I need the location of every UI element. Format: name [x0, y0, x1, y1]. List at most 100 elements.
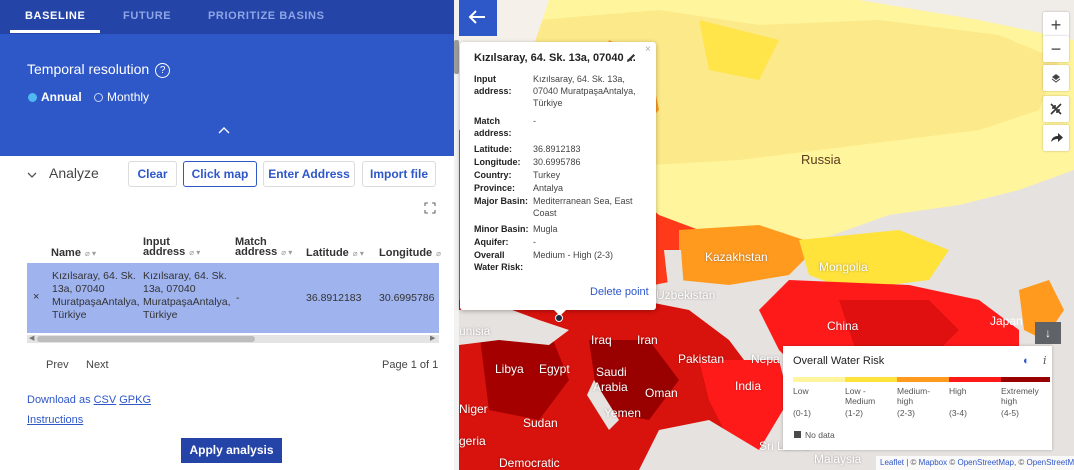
- table-horizontal-scrollbar[interactable]: ◀ ▶: [27, 335, 439, 343]
- sort-icon[interactable]: ⌀: [436, 249, 441, 258]
- active-tab-indicator: [10, 30, 100, 33]
- download-gpkg-link[interactable]: GPKG: [119, 394, 151, 406]
- popup-label-latitude: Latitude:: [474, 144, 512, 154]
- cell-input-line: 13a, 07040: [143, 283, 196, 295]
- radio-monthly-label[interactable]: Monthly: [107, 90, 149, 104]
- popup-value-country: Turkey: [533, 170, 561, 180]
- map-label-nepal: Nepa: [751, 352, 780, 366]
- cell-name-line: MuratpaşaAntalya,: [52, 296, 140, 308]
- enter-address-button[interactable]: Enter Address: [263, 161, 355, 187]
- cell-input-line: MuratpaşaAntalya,: [143, 296, 231, 308]
- map-label-libya: Libya: [495, 362, 524, 376]
- sort-icon[interactable]: ⌀ ▾: [189, 248, 200, 257]
- popup-title: Kızılsaray, 64. Sk. 13a, 07040 ...: [474, 52, 636, 64]
- info-icon[interactable]: i: [1043, 354, 1047, 367]
- temporal-resolution-label: Temporal resolution: [27, 61, 150, 77]
- click-map-button[interactable]: Click map: [183, 161, 257, 187]
- radio-annual-label[interactable]: Annual: [41, 90, 82, 104]
- cell-input-line: Kızılsaray, 64. Sk.: [143, 270, 227, 282]
- layers-button[interactable]: [1043, 65, 1069, 91]
- tab-baseline[interactable]: BASELINE: [25, 10, 85, 22]
- apply-analysis-button[interactable]: Apply analysis: [181, 438, 282, 463]
- prev-button[interactable]: Prev: [46, 359, 69, 371]
- radio-annual[interactable]: [28, 93, 37, 102]
- help-icon[interactable]: ?: [155, 63, 171, 78]
- popup-close-icon[interactable]: ×: [645, 44, 651, 55]
- popup-label-input-address: Input address:: [474, 74, 512, 96]
- pencil-icon[interactable]: [625, 52, 637, 64]
- chevron-down-icon[interactable]: [27, 172, 37, 179]
- leaflet-link[interactable]: Leaflet: [880, 458, 904, 467]
- column-header-input-address[interactable]: Input address ⌀ ▾: [143, 237, 200, 258]
- opacity-toggle-icon[interactable]: ◐: [1023, 355, 1030, 367]
- column-longitude-label: Longitude: [379, 247, 433, 259]
- sort-icon[interactable]: ⌀ ▾: [353, 249, 364, 258]
- legend-label-line: Medium-: [897, 386, 931, 396]
- popup-value-major-basin: Mediterranean Sea, East Coast: [533, 196, 633, 218]
- column-input-label-2: address: [143, 246, 186, 258]
- legend-label-line: High: [949, 386, 967, 396]
- legend-nodata-label: No data: [805, 430, 835, 440]
- legend-range-extremely-high: (4-5): [1001, 408, 1019, 418]
- download-label: Download as: [27, 394, 91, 406]
- map-label-russia: Russia: [801, 152, 841, 167]
- map-label-pakistan: Pakistan: [678, 352, 725, 366]
- zoom-in-button[interactable]: +: [1043, 12, 1069, 38]
- mapbox-link[interactable]: Mapbox: [919, 458, 947, 467]
- map-label-saudi: Saudi: [596, 365, 627, 379]
- chevron-up-icon[interactable]: [218, 124, 230, 136]
- collapse-panel-button[interactable]: [459, 0, 497, 36]
- page-indicator: Page 1 of 1: [382, 359, 439, 371]
- expand-icon[interactable]: [424, 202, 436, 214]
- radio-monthly[interactable]: [94, 93, 104, 102]
- layers-icon: [1051, 74, 1061, 83]
- sort-icon[interactable]: ⌀ ▾: [281, 248, 292, 257]
- popup-value-overall-water-risk: Medium - High (2-3): [533, 250, 614, 260]
- zoom-out-button[interactable]: −: [1043, 36, 1069, 62]
- scroll-left-icon[interactable]: ◀: [29, 335, 34, 343]
- share-icon: [1051, 133, 1063, 142]
- popup-label-overall-water-risk: Overall Water Risk:: [474, 250, 524, 272]
- legend-label-high: High: [949, 386, 966, 396]
- instructions-link[interactable]: Instructions: [27, 414, 83, 426]
- popup-label-longitude: Longitude:: [474, 157, 521, 167]
- location-marker[interactable]: [555, 314, 563, 322]
- openstreetmap-link[interactable]: OpenStreetMap: [957, 458, 1013, 467]
- tab-prioritize-basins[interactable]: PRIORITIZE BASINS: [208, 10, 325, 22]
- temporal-resolution-heading: Temporal resolution?: [27, 61, 171, 78]
- map-label-japan: Japan: [990, 314, 1023, 328]
- fit-bounds-button[interactable]: [1043, 96, 1069, 122]
- tab-future[interactable]: FUTURE: [123, 10, 171, 22]
- legend-label-line: Extremely: [1001, 386, 1039, 396]
- next-button[interactable]: Next: [86, 359, 109, 371]
- map-label-mongolia: Mongolia: [819, 260, 868, 274]
- openstreetmap-link-2[interactable]: OpenStreetMap: [1027, 458, 1074, 467]
- legend-range-low-medium: (1-2): [845, 408, 863, 418]
- remove-row-icon[interactable]: ×: [33, 291, 39, 303]
- legend-label-line: Low: [793, 386, 809, 396]
- cell-input-line: Türkiye: [143, 309, 178, 321]
- column-header-longitude[interactable]: Longitude ⌀: [379, 248, 441, 259]
- share-button[interactable]: [1043, 125, 1069, 151]
- import-file-button[interactable]: Import file: [362, 161, 436, 187]
- popup-value-aquifer: -: [533, 237, 536, 247]
- map-label-arabia: Arabia: [593, 380, 628, 394]
- map-label-yemen: Yemen: [604, 406, 641, 420]
- delete-point-link[interactable]: Delete point: [590, 286, 649, 298]
- download-csv-link[interactable]: CSV: [94, 394, 117, 406]
- legend-label-line: high: [1001, 396, 1018, 406]
- column-header-latitude[interactable]: Latitude ⌀ ▾: [306, 248, 364, 259]
- legend-toggle-button[interactable]: ↓: [1035, 322, 1061, 344]
- cell-name: Kızılsaray, 64. Sk. 13a, 07040 Muratpaşa…: [52, 270, 140, 322]
- map-label-india: India: [735, 379, 762, 393]
- scrollbar-thumb[interactable]: [37, 336, 255, 342]
- sort-icon[interactable]: ⌀ ▾: [85, 249, 96, 258]
- column-header-match-address[interactable]: Match address ⌀ ▾: [235, 237, 292, 258]
- map-label-oman: Oman: [645, 386, 678, 400]
- popup-value-latitude: 36.8912183: [533, 144, 581, 154]
- attribution-separator: ©: [947, 458, 958, 467]
- popup-label-country: Country:: [474, 170, 512, 180]
- clear-button[interactable]: Clear: [128, 161, 177, 187]
- column-header-name[interactable]: Name ⌀ ▾: [51, 248, 96, 259]
- scroll-right-icon[interactable]: ▶: [430, 335, 435, 343]
